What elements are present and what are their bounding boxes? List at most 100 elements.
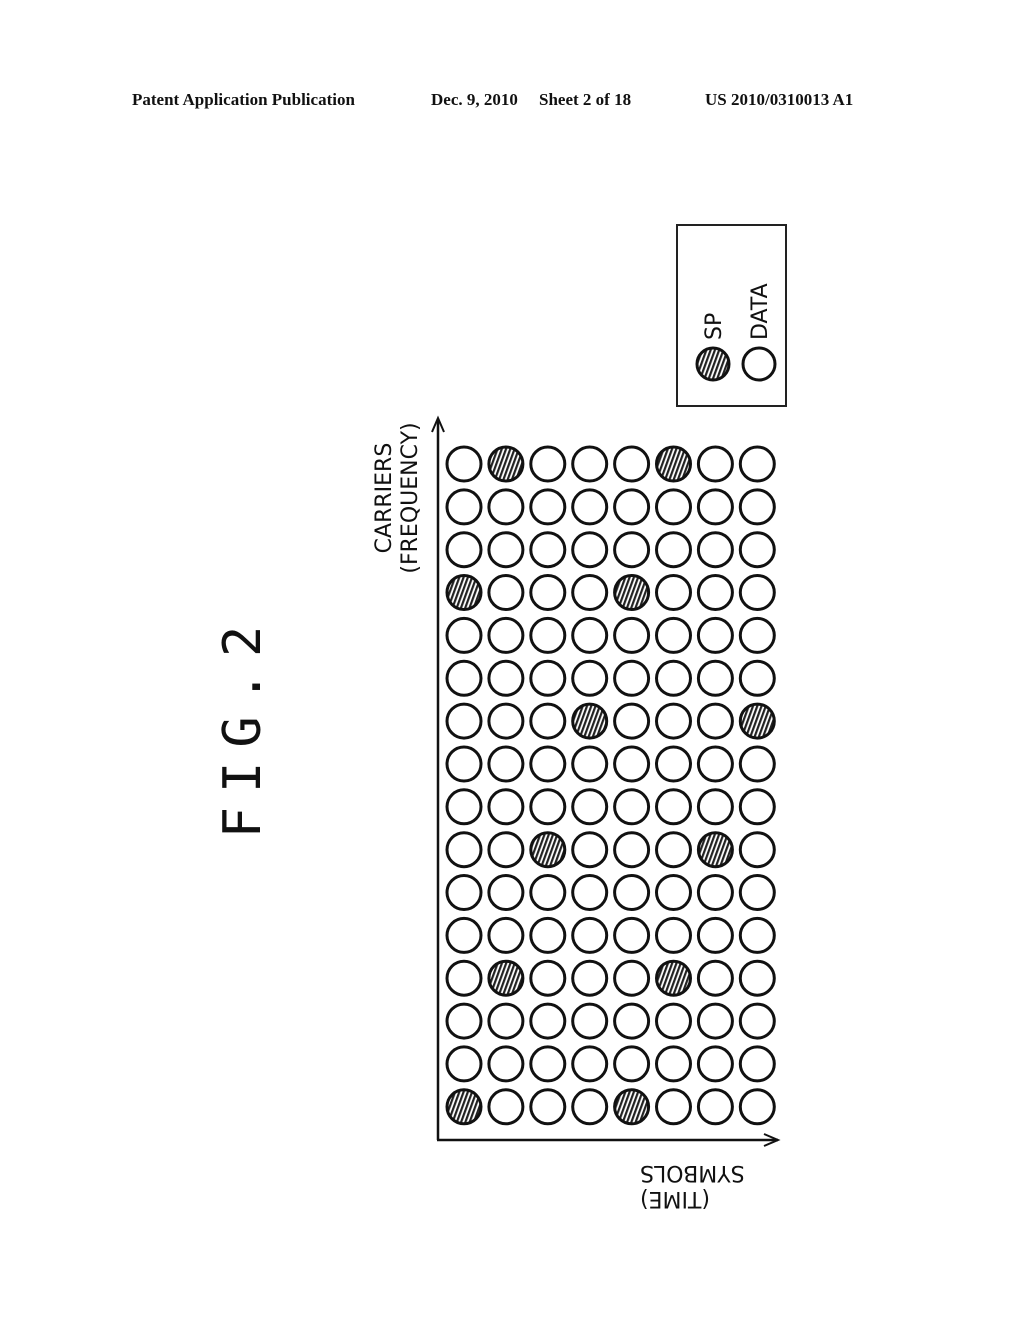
data-cell (655, 745, 692, 783)
data-cell (696, 488, 734, 526)
data-cell (445, 874, 483, 911)
data-cell (571, 488, 609, 526)
data-cell (571, 745, 609, 783)
data-cell (529, 1088, 567, 1126)
data-cell (738, 616, 776, 654)
data-cell (738, 445, 776, 483)
sp-cell (487, 445, 525, 483)
data-cell (613, 874, 651, 911)
data-cell (613, 702, 651, 740)
data-cell (696, 745, 734, 783)
data-cell (571, 1045, 609, 1083)
data-cell (445, 659, 483, 697)
data-cell (738, 745, 776, 783)
data-cell (655, 488, 692, 526)
data-cell (738, 916, 776, 954)
data-cell (529, 874, 567, 911)
data-cell (445, 616, 483, 654)
data-cell (738, 831, 776, 869)
data-cell (571, 916, 609, 954)
data-cell (529, 702, 567, 740)
data-cell (529, 488, 567, 526)
data-cell (487, 702, 525, 740)
data-cell (529, 659, 567, 697)
data-cell (655, 831, 692, 869)
data-cell (571, 874, 609, 911)
data-cell (487, 659, 525, 697)
data-cell (696, 1045, 734, 1083)
data-cell (696, 788, 734, 826)
data-cell (571, 788, 609, 826)
data-cell (445, 745, 483, 783)
data-cell (696, 531, 734, 569)
data-cell (445, 959, 483, 997)
sp-cell (613, 574, 651, 611)
data-cell (529, 1002, 567, 1040)
data-cell (655, 1002, 692, 1040)
data-cell (738, 874, 776, 911)
data-cell (655, 531, 692, 569)
data-cell (696, 959, 734, 997)
data-cell (696, 916, 734, 954)
data-cell (655, 1088, 692, 1126)
data-cell (445, 702, 483, 740)
data-cell (655, 1045, 692, 1083)
data-cell (655, 874, 692, 911)
data-cell (571, 1088, 609, 1126)
data-cell (738, 1088, 776, 1126)
data-cell (613, 1002, 651, 1040)
sp-cell (487, 959, 525, 997)
sp-cell (655, 959, 692, 997)
data-cell (696, 874, 734, 911)
data-cell (487, 788, 525, 826)
data-cell (487, 616, 525, 654)
data-cell (613, 1045, 651, 1083)
sp-cell (529, 831, 567, 869)
sp-cell (696, 831, 734, 869)
data-cell (487, 488, 525, 526)
data-cell (696, 659, 734, 697)
data-cell (738, 959, 776, 997)
axes (431, 415, 781, 1147)
data-cell (613, 788, 651, 826)
data-cell (529, 531, 567, 569)
data-cell (696, 445, 734, 483)
data-cell (696, 702, 734, 740)
data-cell (613, 959, 651, 997)
data-cell (613, 831, 651, 869)
data-cell (487, 1088, 525, 1126)
data-cell (487, 874, 525, 911)
data-cell (655, 616, 692, 654)
data-cell (738, 1045, 776, 1083)
data-cell (696, 1002, 734, 1040)
data-cell (487, 574, 525, 611)
data-cell (613, 531, 651, 569)
data-cell (613, 659, 651, 697)
data-cell (571, 574, 609, 611)
data-cell (696, 1088, 734, 1126)
data-cell (445, 488, 483, 526)
data-cell (529, 916, 567, 954)
data-cell (696, 616, 734, 654)
data-cell (655, 916, 692, 954)
data-cell (529, 616, 567, 654)
data-cell (613, 616, 651, 654)
sp-cell (445, 574, 483, 611)
sp-cell (571, 702, 609, 740)
data-cell (571, 445, 609, 483)
data-cell (445, 1045, 483, 1083)
data-cell (571, 616, 609, 654)
data-cell (571, 959, 609, 997)
data-cell (571, 659, 609, 697)
data-cell (487, 1002, 525, 1040)
data-cell (696, 574, 734, 611)
data-cell (655, 574, 692, 611)
sp-cell (445, 1088, 483, 1126)
data-cell (445, 531, 483, 569)
pilot-grid-diagram (431, 415, 781, 1147)
data-cell (738, 574, 776, 611)
data-cell (529, 745, 567, 783)
sp-cell (738, 702, 776, 740)
sp-cell (613, 1088, 651, 1126)
data-cell (655, 702, 692, 740)
